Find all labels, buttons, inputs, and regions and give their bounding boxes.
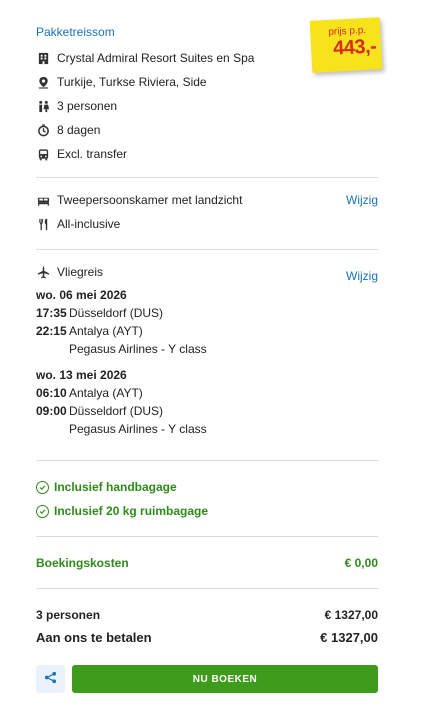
return-airline: Pegasus Airlines - Y class	[69, 422, 207, 436]
location-row: Turkije, Turkse Riviera, Side	[36, 74, 207, 90]
airplane-icon	[36, 265, 50, 279]
hotel-row: Crystal Admiral Resort Suites en Spa	[36, 50, 254, 66]
outbound-airline: Pegasus Airlines - Y class	[69, 342, 207, 356]
price-amount: 443,-	[332, 35, 377, 60]
flight-label: Vliegreis	[57, 265, 104, 279]
cutlery-icon	[36, 217, 50, 231]
flight-row: Vliegreis	[36, 264, 103, 280]
booking-costs-value: € 0,00	[344, 556, 378, 570]
check-circle-icon	[36, 504, 49, 518]
bed-icon	[36, 193, 50, 207]
map-pin-icon	[36, 75, 50, 89]
building-icon	[36, 51, 50, 65]
price-badge: prijs p.p. 443,-	[309, 17, 383, 73]
bus-icon	[36, 147, 50, 161]
room-row: Tweepersoonskamer met landzicht	[36, 192, 242, 208]
return-arr-airport: Düsseldorf (DUS)	[69, 404, 164, 418]
duration-text: 8 dagen	[57, 123, 101, 137]
board-row: All-inclusive	[36, 216, 120, 232]
outbound-arr-airport: Antalya (AYT)	[69, 324, 143, 338]
duration-row: 8 dagen	[36, 122, 100, 138]
transfer-row: Excl. transfer	[36, 146, 127, 162]
transfer-text: Excl. transfer	[57, 147, 128, 161]
outbound-dep-airport: Düsseldorf (DUS)	[69, 306, 164, 320]
booking-costs-label: Boekingskosten	[36, 556, 129, 570]
hand-baggage-text: Inclusief handbagage	[54, 480, 177, 494]
return-date: wo. 13 mei 2026	[36, 368, 127, 382]
hold-baggage-text: Inclusief 20 kg ruimbagage	[54, 504, 209, 518]
share-button[interactable]	[36, 665, 65, 693]
share-icon	[44, 671, 57, 687]
divider	[36, 249, 378, 250]
persons-cost-value: € 1327,00	[324, 608, 378, 622]
return-arr-time: 09:00	[36, 404, 67, 418]
package-title: Pakketreissom	[36, 25, 115, 39]
total-label: Aan ons te betalen	[36, 630, 152, 645]
divider	[36, 588, 378, 589]
total-value: € 1327,00	[320, 630, 378, 645]
persons-row: 3 personen	[36, 98, 117, 114]
location-text: Turkije, Turkse Riviera, Side	[57, 75, 207, 89]
divider	[36, 177, 378, 178]
hand-baggage-row: Inclusief handbagage	[36, 479, 177, 495]
hotel-name: Crystal Admiral Resort Suites en Spa	[57, 51, 255, 65]
clock-icon	[36, 123, 50, 137]
persons-text: 3 personen	[57, 99, 118, 113]
outbound-dep-time: 17:35	[36, 306, 67, 320]
divider	[36, 536, 378, 537]
hold-baggage-row: Inclusief 20 kg ruimbagage	[36, 503, 208, 519]
flight-change-link[interactable]: Wijzig	[346, 269, 378, 283]
board-type: All-inclusive	[57, 217, 121, 231]
outbound-date: wo. 06 mei 2026	[36, 288, 127, 302]
persons-cost-label: 3 personen	[36, 608, 101, 622]
room-type: Tweepersoonskamer met landzicht	[57, 193, 243, 207]
room-change-link[interactable]: Wijzig	[346, 193, 378, 207]
return-dep-airport: Antalya (AYT)	[69, 386, 143, 400]
outbound-arr-time: 22:15	[36, 324, 67, 338]
check-circle-icon	[36, 480, 49, 494]
return-dep-time: 06:10	[36, 386, 67, 400]
divider	[36, 460, 378, 461]
book-now-button[interactable]: NU BOEKEN	[72, 665, 378, 693]
persons-icon	[36, 99, 50, 113]
